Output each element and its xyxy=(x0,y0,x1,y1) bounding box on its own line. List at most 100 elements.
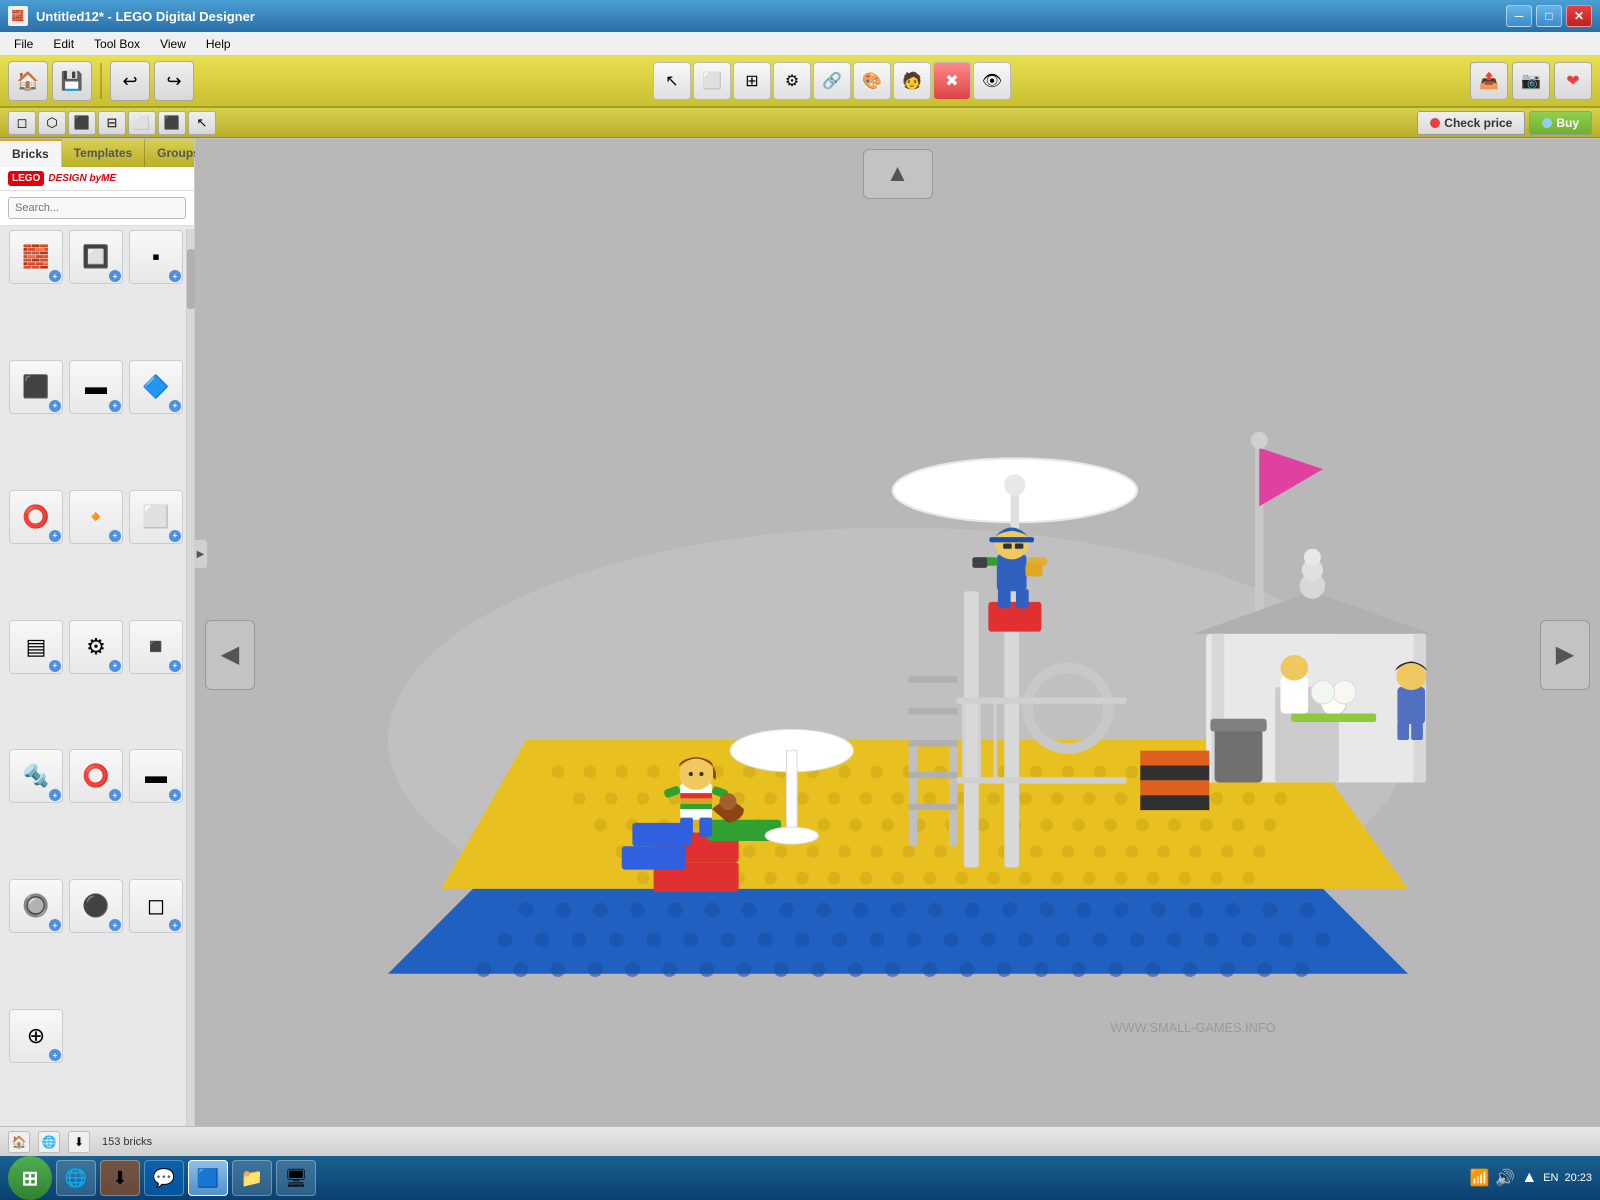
save-button[interactable]: 💾 xyxy=(52,61,92,101)
brick-item[interactable]: 🧱 + xyxy=(9,230,63,284)
bricks-tab-label: Bricks xyxy=(12,147,49,161)
maximize-button[interactable]: □ xyxy=(1536,5,1562,27)
main-canvas[interactable]: ▲ ◀ ▶ xyxy=(195,139,1600,1170)
brick-add-btn[interactable]: + xyxy=(109,660,121,672)
torrent-app[interactable]: ⬇ xyxy=(100,1160,140,1196)
brick-item[interactable]: 🔷 + xyxy=(129,360,183,414)
check-price-button[interactable]: Check price xyxy=(1417,111,1525,135)
brick-add-btn[interactable]: + xyxy=(109,919,121,931)
brick-add-btn[interactable]: + xyxy=(109,270,121,282)
brick-add-btn[interactable]: + xyxy=(49,270,61,282)
brick-item[interactable]: ⚫ + xyxy=(69,879,123,933)
panel-toggle[interactable]: ▶ xyxy=(194,539,208,569)
lego-scene: WWW.SMALL-GAMES.INFO xyxy=(255,199,1540,1110)
bricks-tab[interactable]: Bricks xyxy=(0,139,62,167)
brick-add-btn[interactable]: + xyxy=(49,660,61,672)
wishlist-button[interactable]: ❤ xyxy=(1554,62,1592,100)
paint-tool[interactable]: 🎨 xyxy=(853,62,891,100)
brick-item[interactable]: ▤ + xyxy=(9,620,63,674)
tray-sound-icon[interactable]: 🔊 xyxy=(1495,1168,1515,1188)
undo-button[interactable]: ↩ xyxy=(110,61,150,101)
view-btn-4[interactable]: ⊟ xyxy=(98,111,126,135)
brick-add-btn[interactable]: + xyxy=(169,919,181,931)
menu-help[interactable]: Help xyxy=(196,35,241,53)
view-btn-5[interactable]: ⬜ xyxy=(128,111,156,135)
brick-item[interactable]: 🔘 + xyxy=(9,879,63,933)
lego-app[interactable]: 🟦 xyxy=(188,1160,228,1196)
brick-add-btn[interactable]: + xyxy=(169,660,181,672)
brick-item[interactable]: ⬛ + xyxy=(9,360,63,414)
brick-item[interactable]: ⊕ + xyxy=(9,1009,63,1063)
brick-item[interactable]: 🔸 + xyxy=(69,490,123,544)
view-btn-1[interactable]: ◻ xyxy=(8,111,36,135)
brick-add-btn[interactable]: + xyxy=(109,530,121,542)
brick-add-btn[interactable]: + xyxy=(49,789,61,801)
minimize-button[interactable]: ─ xyxy=(1506,5,1532,27)
hinge-tool[interactable]: ⚙ xyxy=(773,62,811,100)
brick-grid: 🧱 + 🔲 + ▪ + ⬛ + ▬ + 🔷 + ⭕ + 🔸 xyxy=(0,226,194,1139)
buy-button[interactable]: Buy xyxy=(1529,111,1592,135)
brick-count: 153 bricks xyxy=(102,1136,152,1148)
brick-add-btn[interactable]: + xyxy=(169,789,181,801)
brick-item[interactable]: ⚙ + xyxy=(69,620,123,674)
brick-add-btn[interactable]: + xyxy=(49,400,61,412)
tray-network-icon[interactable]: 📶 xyxy=(1470,1168,1490,1188)
brick-item[interactable]: ◾ + xyxy=(129,620,183,674)
flex-tool[interactable]: 🔗 xyxy=(813,62,851,100)
status-icon-1[interactable]: 🏠 xyxy=(8,1131,30,1153)
nav-left-button[interactable]: ◀ xyxy=(205,620,255,690)
brick-item[interactable]: ◻ + xyxy=(129,879,183,933)
brick-add-btn[interactable]: + xyxy=(169,270,181,282)
brick-add-btn[interactable]: + xyxy=(49,1049,61,1061)
brick-add-btn[interactable]: + xyxy=(49,919,61,931)
brick-item[interactable]: ⬜ + xyxy=(129,490,183,544)
menu-toolbox[interactable]: Tool Box xyxy=(84,35,150,53)
view-btn-6[interactable]: ⬛ xyxy=(158,111,186,135)
brick-item[interactable]: ⭕ + xyxy=(9,490,63,544)
start-button[interactable]: ⊞ xyxy=(8,1156,52,1200)
brick-item[interactable]: ⭕ + xyxy=(69,749,123,803)
nav-up-button[interactable]: ▲ xyxy=(863,149,933,199)
hide-tool[interactable]: 👁 xyxy=(973,62,1011,100)
delete-tool[interactable]: ✖ xyxy=(933,62,971,100)
nav-right-button[interactable]: ▶ xyxy=(1540,620,1590,690)
snapshot-button[interactable]: 📷 xyxy=(1512,62,1550,100)
minifig-tool[interactable]: 🧑 xyxy=(893,62,931,100)
brick-add-btn[interactable]: + xyxy=(169,400,181,412)
menu-edit[interactable]: Edit xyxy=(43,35,84,53)
brick-item[interactable]: ▬ + xyxy=(129,749,183,803)
folder-app[interactable]: 📁 xyxy=(232,1160,272,1196)
scrollbar-thumb[interactable] xyxy=(187,249,195,309)
brick-item[interactable]: 🔩 + xyxy=(9,749,63,803)
right-toolbar: 📤 📷 ❤ xyxy=(1470,62,1592,100)
skype-app[interactable]: 💬 xyxy=(144,1160,184,1196)
new-button[interactable]: 🏠 xyxy=(8,61,48,101)
panel-scrollbar[interactable] xyxy=(186,229,194,1139)
status-icon-3[interactable]: ⬇ xyxy=(68,1131,90,1153)
search-input[interactable] xyxy=(8,197,186,219)
brick-item[interactable]: ▬ + xyxy=(69,360,123,414)
select-tool[interactable]: ↖ xyxy=(653,62,691,100)
brick-add-btn[interactable]: + xyxy=(109,400,121,412)
menu-view[interactable]: View xyxy=(150,35,196,53)
view-btn-2[interactable]: ⬡ xyxy=(38,111,66,135)
brick-item[interactable]: ▪ + xyxy=(129,230,183,284)
brick-item[interactable]: 🔲 + xyxy=(69,230,123,284)
brick-add-btn[interactable]: + xyxy=(49,530,61,542)
view-cursor-btn[interactable]: ↖ xyxy=(188,111,216,135)
clone-tool[interactable]: ⊞ xyxy=(733,62,771,100)
chrome-app[interactable]: 🌐 xyxy=(56,1160,96,1196)
move-tool[interactable]: ⬜ xyxy=(693,62,731,100)
brick-add-btn[interactable]: + xyxy=(109,789,121,801)
close-button[interactable]: ✕ xyxy=(1566,5,1592,27)
explorer-app[interactable]: 🖥 xyxy=(276,1160,316,1196)
buy-dot xyxy=(1542,118,1552,128)
redo-button[interactable]: ↪ xyxy=(154,61,194,101)
tray-arrow-icon[interactable]: ▲ xyxy=(1521,1169,1537,1187)
brick-add-btn[interactable]: + xyxy=(169,530,181,542)
menu-file[interactable]: File xyxy=(4,35,43,53)
status-icon-2[interactable]: 🌐 xyxy=(38,1131,60,1153)
share-button[interactable]: 📤 xyxy=(1470,62,1508,100)
templates-tab[interactable]: Templates xyxy=(62,139,145,167)
view-btn-3[interactable]: ⬛ xyxy=(68,111,96,135)
